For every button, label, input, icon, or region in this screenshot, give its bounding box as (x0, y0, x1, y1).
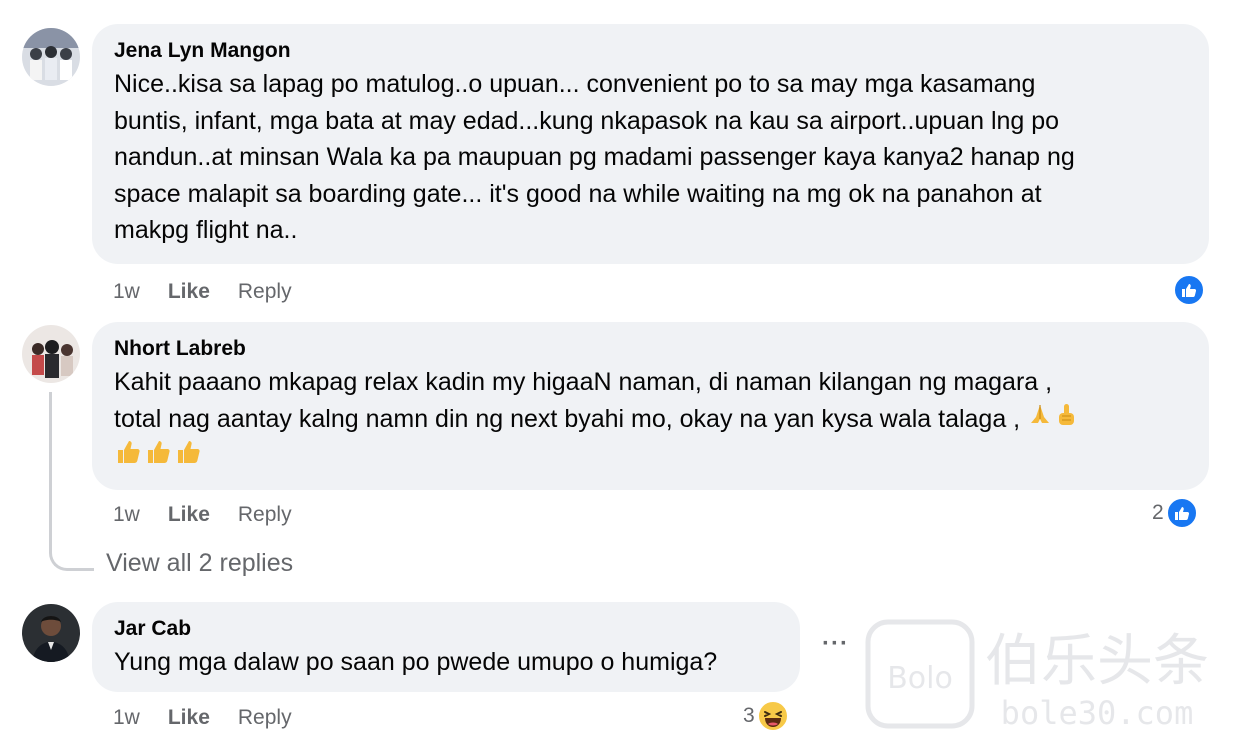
laughing-emoji-icon (756, 700, 789, 732)
comment-actions: 1w Like Reply (113, 503, 292, 527)
watermark-text-top: 伯乐头条 (985, 629, 1209, 694)
comment-text: Yung mga dalaw po saan po pwede umupo o … (114, 648, 718, 676)
like-button[interactable]: Like (168, 280, 210, 304)
reaction-summary[interactable] (1171, 274, 1205, 306)
comment-text: Nice..kisa sa lapag po matulog..o upuan.… (114, 70, 1075, 244)
reply-button[interactable]: Reply (238, 503, 292, 527)
comment-actions: 1w Like Reply (113, 280, 292, 304)
watermark-text-bottom: bole30.com (1001, 694, 1194, 730)
comment-actions: 1w Like Reply (113, 706, 292, 730)
comment-text: Kahit paaano mkapag relax kadin my higaa… (114, 364, 1187, 477)
like-button[interactable]: Like (168, 706, 210, 730)
like-thumb-icon (1173, 274, 1205, 306)
comment-bubble: Jena Lyn Mangon Nice..kisa sa lapag po m… (92, 24, 1209, 264)
reply-button[interactable]: Reply (238, 706, 292, 730)
reply-thread-line (49, 392, 94, 571)
comment-author[interactable]: Jar Cab (114, 616, 778, 642)
reaction-summary[interactable]: 2 (1152, 497, 1198, 529)
comment-bubble: Nhort Labreb Kahit paaano mkapag relax k… (92, 322, 1209, 490)
comment-time[interactable]: 1w (113, 280, 140, 304)
comment-time[interactable]: 1w (113, 706, 140, 730)
comment-time[interactable]: 1w (113, 503, 140, 527)
like-thumb-icon (1165, 497, 1198, 529)
comment-author[interactable]: Nhort Labreb (114, 336, 1187, 362)
watermark-logo: Bolo 伯乐头条 bole30.com (862, 618, 1222, 732)
reaction-summary[interactable]: 3 (743, 700, 789, 732)
more-options-button[interactable]: ··· (822, 630, 849, 658)
reaction-count: 2 (1152, 501, 1164, 524)
like-button[interactable]: Like (168, 503, 210, 527)
index-pointing-up-emoji (1053, 402, 1079, 439)
thumbs-up-emoji (174, 438, 204, 477)
thumbs-up-emoji (114, 438, 144, 477)
folded-hands-emoji (1027, 402, 1053, 439)
avatar-jena[interactable] (22, 28, 80, 86)
comment-author[interactable]: Jena Lyn Mangon (114, 38, 1187, 64)
reply-button[interactable]: Reply (238, 280, 292, 304)
avatar-jar[interactable] (22, 604, 80, 662)
svg-text:Bolo: Bolo (887, 661, 953, 696)
comment-bubble: Jar Cab Yung mga dalaw po saan po pwede … (92, 602, 800, 692)
view-replies-link[interactable]: View all 2 replies (106, 549, 293, 578)
reaction-count: 3 (743, 704, 755, 727)
avatar-nhort[interactable] (22, 325, 80, 383)
thumbs-up-emoji (144, 438, 174, 477)
